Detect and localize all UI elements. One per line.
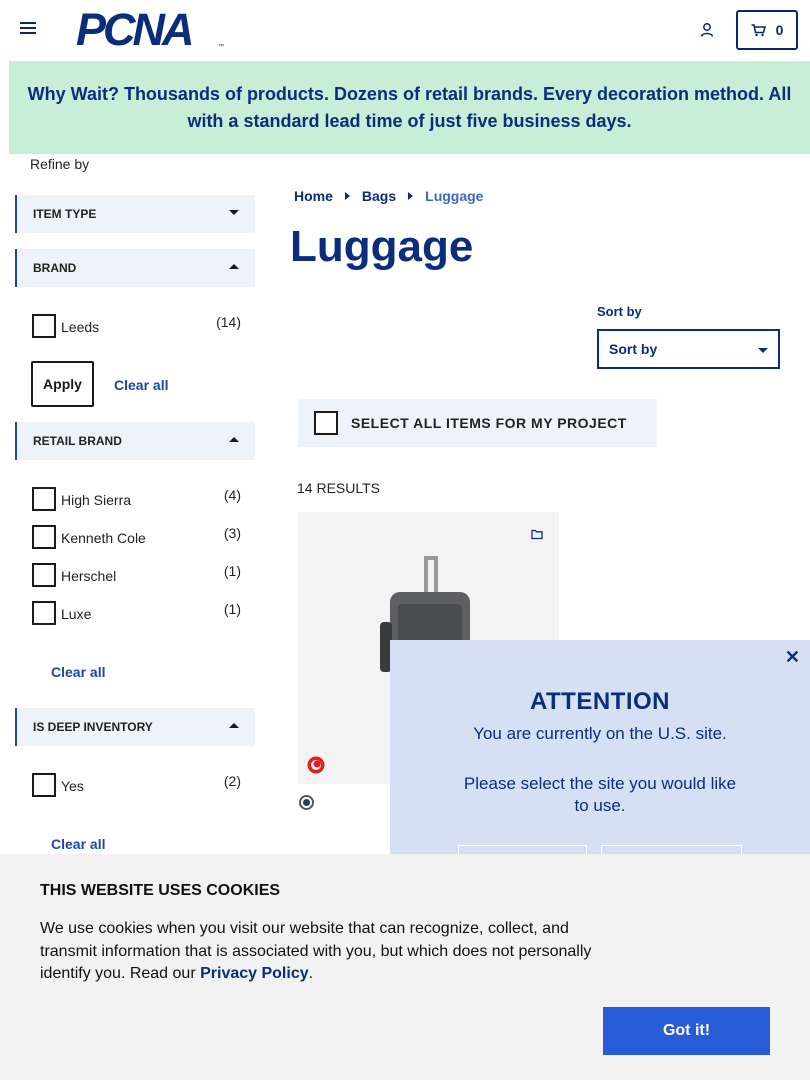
checkbox[interactable] [32,314,56,338]
clear-all-brand-link[interactable]: Clear all [114,377,168,393]
sort-select-value: Sort by [609,341,658,357]
cookie-title: THIS WEBSITE USES COOKIES [40,882,281,899]
breadcrumb-current: Luggage [425,188,484,204]
option-count: (2) [223,773,241,789]
modal-instruction: Please select the site you would like to… [463,774,737,815]
checkbox[interactable] [32,525,56,549]
privacy-policy-link[interactable]: Privacy Policy [200,965,309,982]
menu-icon[interactable] [20,22,36,36]
facet-deep-inventory[interactable]: IS DEEP INVENTORY [15,708,255,746]
option-count: (4) [223,487,241,503]
chevron-down-icon [758,348,768,353]
cart-icon [751,23,766,36]
option-label: Luxe [61,606,92,622]
checkbox[interactable] [32,773,56,797]
breadcrumb-home[interactable]: Home [294,188,333,204]
breadcrumb: Home Bags Luggage [294,188,483,204]
facet-title: ITEM TYPE [33,207,97,221]
facet-item-type[interactable]: ITEM TYPE [15,195,255,233]
chevron-down-icon [229,210,239,215]
clear-all-retail-brand-link[interactable]: Clear all [51,664,105,680]
caret-right-icon [344,192,350,200]
cookie-text: We use cookies when you visit our websit… [40,920,592,982]
promo-banner: Why Wait? Thousands of products. Dozens … [9,61,810,154]
refine-by-label: Refine by [30,156,90,172]
breadcrumb-bags[interactable]: Bags [362,188,396,204]
cookie-body: We use cookies when you visit our websit… [40,920,592,982]
option-label: High Sierra [61,492,132,508]
results-count: 14 RESULTS [297,480,380,496]
option-label: Kenneth Cole [61,530,146,546]
sort-select[interactable]: Sort by [597,329,780,369]
option-count: (1) [223,563,241,579]
facet-title: RETAIL BRAND [33,434,122,448]
option-count: (14) [216,314,241,330]
select-all-label: SELECT ALL ITEMS FOR MY PROJECT [351,415,627,431]
cart-button[interactable]: 0 [736,10,798,50]
chevron-up-icon [229,723,239,728]
apply-button[interactable]: Apply [31,361,94,407]
sort-label: Sort by [597,304,642,319]
facet-title: IS DEEP INVENTORY [33,720,153,734]
caret-right-icon [408,192,414,200]
site-header: PCNA ™ 0 [0,0,810,60]
facet-option: Herschel (1) [31,563,241,587]
facet-option: Yes (2) [31,773,241,797]
cookie-banner: THIS WEBSITE USES COOKIES We use cookies… [0,854,810,1080]
modal-message: You are currently on the U.S. site. [473,724,727,743]
select-all-checkbox[interactable] [314,411,338,435]
modal-title: ATTENTION [529,688,671,715]
logo-text: PCNA [76,4,195,55]
facet-option: Leeds (14) [31,314,241,338]
page-title: Luggage [290,222,474,271]
retail-brand-badge-icon [307,756,325,774]
facet-retail-brand[interactable]: RETAIL BRAND [15,422,255,460]
pcna-logo[interactable]: PCNA ™ [76,4,226,55]
cart-count: 0 [775,22,784,38]
facet-title: BRAND [33,261,77,275]
checkbox[interactable] [32,563,56,587]
account-icon[interactable] [699,22,715,38]
facet-option: Kenneth Cole (3) [31,525,241,549]
chevron-up-icon [229,437,239,442]
checkbox[interactable] [32,601,56,625]
chevron-up-icon [229,264,239,269]
checkbox[interactable] [32,487,56,511]
facet-brand[interactable]: BRAND [15,249,255,287]
option-label: Leeds [61,319,100,335]
clear-all-deep-inventory-link[interactable]: Clear all [51,836,105,852]
facet-option: High Sierra (4) [31,487,241,511]
option-count: (3) [223,525,241,541]
facet-option: Luxe (1) [31,601,241,625]
option-label: Herschel [61,568,117,584]
select-all-items[interactable]: SELECT ALL ITEMS FOR MY PROJECT [298,399,657,447]
color-swatch[interactable] [299,795,314,810]
option-count: (1) [223,601,241,617]
promo-banner-text: Why Wait? Thousands of products. Dozens … [27,83,792,131]
option-label: Yes [61,778,84,794]
folder-icon[interactable] [531,528,543,540]
close-icon[interactable]: ✕ [785,648,800,666]
got-it-button[interactable]: Got it! [603,1007,770,1055]
